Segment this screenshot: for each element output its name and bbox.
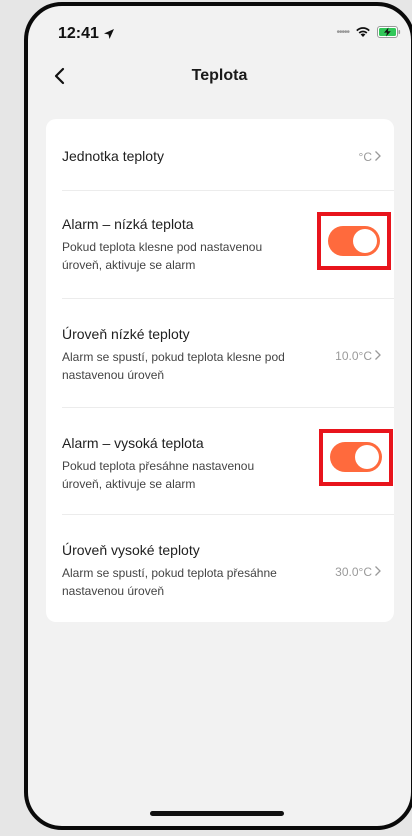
high-level-label: Úroveň vysoké teploty xyxy=(62,542,200,558)
temperature-unit-label: Jednotka teploty xyxy=(62,148,164,164)
page-title: Teplota xyxy=(191,67,248,84)
low-alarm-label: Alarm – nízká teplota xyxy=(62,216,194,232)
high-temperature-level-row[interactable]: Úroveň vysoké teploty Alarm se spustí, p… xyxy=(62,514,394,622)
low-temperature-alarm-row: Alarm – nízká teplota Pokud teplota kles… xyxy=(62,190,394,299)
status-icons: ••••• xyxy=(336,26,401,38)
time-text: 12:41 xyxy=(58,25,99,42)
low-temperature-level-row[interactable]: Úroveň nízké teploty Alarm se spustí, po… xyxy=(62,298,394,408)
high-temperature-alarm-row: Alarm – vysoká teplota Pokud teplota pře… xyxy=(62,407,394,515)
status-bar: 12:41 ••••• xyxy=(28,6,411,54)
high-level-value: 30.0°C xyxy=(335,565,372,579)
home-indicator[interactable] xyxy=(150,811,284,816)
high-alarm-description: Pokud teplota přesáhne nastavenou úroveň… xyxy=(62,459,255,491)
status-time: 12:41 xyxy=(58,25,115,43)
location-arrow-icon xyxy=(103,29,114,39)
navigation-bar: Teplota xyxy=(28,56,411,98)
chevron-right-icon xyxy=(375,151,381,161)
low-level-description: Alarm se spustí, pokud teplota klesne po… xyxy=(62,350,285,382)
temperature-unit-value: °C xyxy=(358,150,372,164)
high-alarm-toggle[interactable] xyxy=(330,442,382,472)
high-level-description: Alarm se spustí, pokud teplota přesáhne … xyxy=(62,566,277,598)
low-level-value: 10.0°C xyxy=(335,349,372,363)
toggle-knob xyxy=(353,229,377,253)
signal-dots-icon: ••••• xyxy=(336,26,349,38)
chevron-right-icon xyxy=(375,566,381,576)
low-alarm-toggle[interactable] xyxy=(328,226,380,256)
wifi-icon xyxy=(356,27,370,37)
phone-frame: 12:41 ••••• Teplota Jednotka teploty °C … xyxy=(24,2,412,830)
low-alarm-description: Pokud teplota klesne pod nastavenou úrov… xyxy=(62,240,263,272)
toggle-knob xyxy=(355,445,379,469)
high-alarm-label: Alarm – vysoká teplota xyxy=(62,435,204,451)
settings-card: Jednotka teploty °C Alarm – nízká teplot… xyxy=(46,119,394,622)
battery-charging-icon xyxy=(377,26,401,38)
temperature-unit-row[interactable]: Jednotka teploty °C xyxy=(62,119,394,191)
chevron-right-icon xyxy=(375,350,381,360)
low-level-label: Úroveň nízké teploty xyxy=(62,326,190,342)
